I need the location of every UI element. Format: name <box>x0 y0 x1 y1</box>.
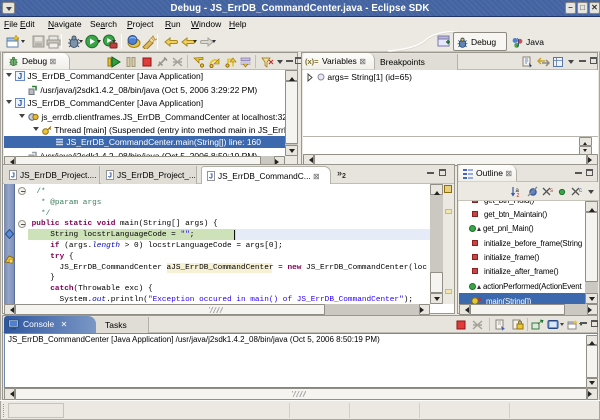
svg-text:z: z <box>517 193 520 198</box>
svg-text:c: c <box>579 188 582 194</box>
svg-text:J: J <box>108 172 112 180</box>
svg-text:J: J <box>209 173 213 181</box>
svg-text:J: J <box>18 99 22 108</box>
svg-text:J: J <box>18 72 22 81</box>
svg-text:s: s <box>478 296 482 303</box>
svg-text:s: s <box>550 188 553 194</box>
svg-text:J: J <box>11 172 15 180</box>
